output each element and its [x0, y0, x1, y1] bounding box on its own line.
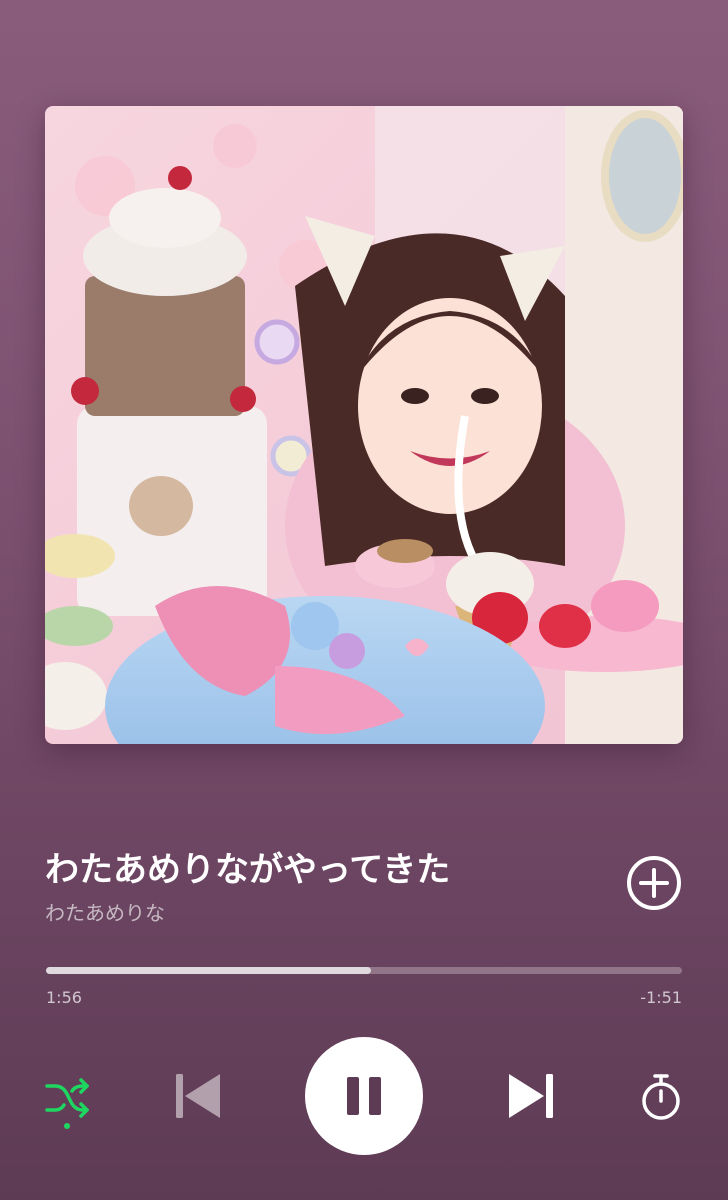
plus-circle-icon — [627, 856, 681, 910]
elapsed-time: 1:56 — [46, 988, 82, 1007]
shuffle-icon — [45, 1078, 89, 1129]
remaining-time: -1:51 — [640, 988, 682, 1007]
pause-icon — [347, 1077, 381, 1115]
add-to-library-button[interactable] — [624, 853, 684, 913]
track-title[interactable]: わたあめりながやってきた — [45, 846, 450, 894]
stopwatch-icon — [642, 1074, 680, 1120]
next-track-button[interactable] — [503, 1068, 559, 1124]
skip-next-icon — [509, 1074, 553, 1118]
track-artist[interactable]: わたあめりな — [45, 897, 165, 929]
progress-fill — [46, 967, 371, 974]
sleep-timer-button[interactable] — [636, 1070, 686, 1124]
progress-bar[interactable] — [46, 967, 682, 974]
shuffle-active-dot — [64, 1123, 70, 1129]
pause-button[interactable] — [305, 1037, 423, 1155]
album-artwork-image — [45, 106, 683, 744]
shuffle-button[interactable] — [43, 1074, 93, 1132]
album-artwork — [45, 106, 683, 744]
previous-track-button[interactable] — [170, 1068, 226, 1124]
skip-previous-icon — [176, 1074, 220, 1118]
